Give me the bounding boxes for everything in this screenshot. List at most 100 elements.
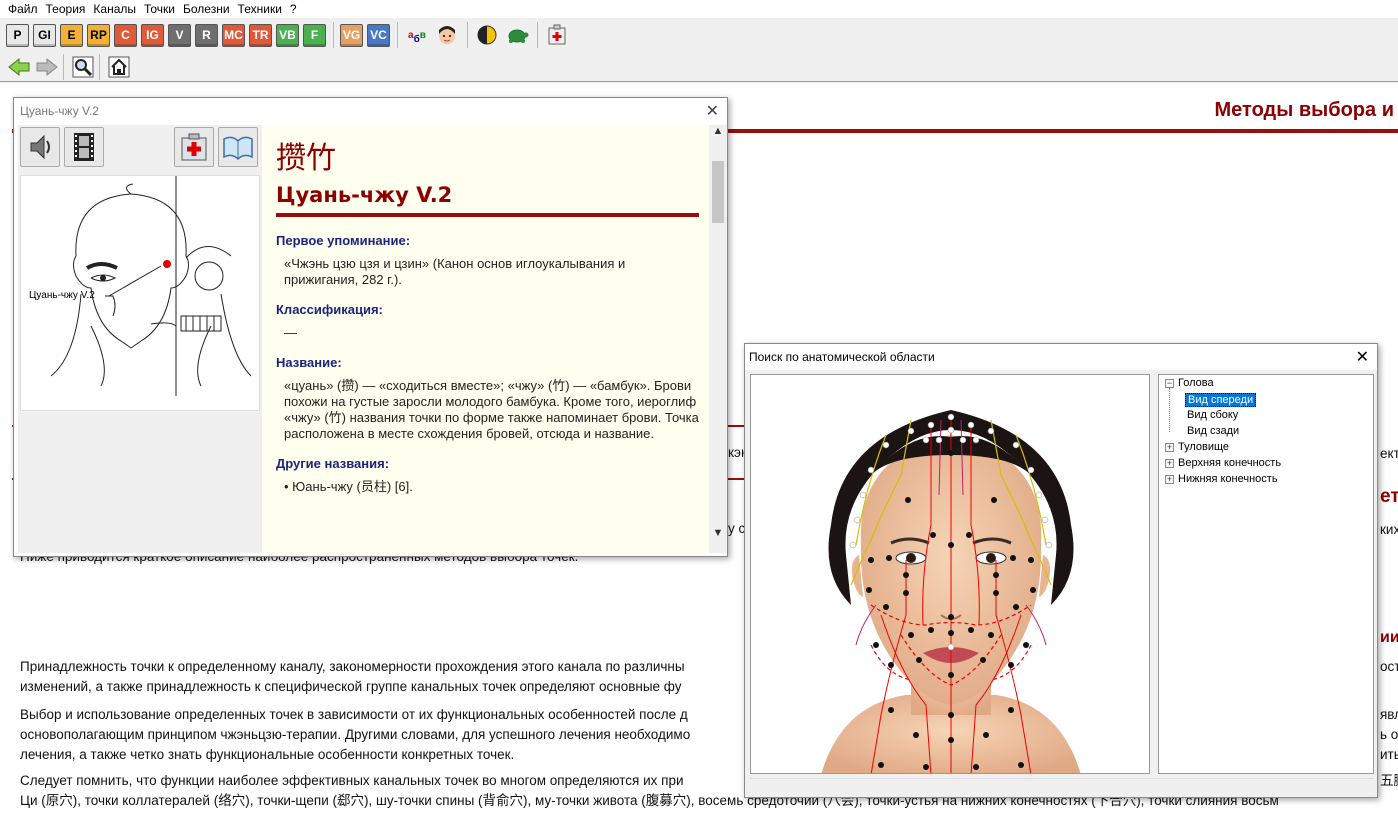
text-fragment: ект bbox=[1380, 446, 1398, 461]
section-heading: Классификация: bbox=[276, 302, 383, 317]
book-button[interactable] bbox=[218, 127, 258, 167]
head-diagram: Цуань-чжу V.2 bbox=[29, 176, 252, 396]
text-fragment: ких bbox=[1380, 522, 1398, 537]
expand-icon[interactable]: + bbox=[1165, 442, 1174, 452]
horizontal-scrollbar[interactable] bbox=[750, 778, 1374, 794]
window-titlebar[interactable]: Поиск по анатомической области ✕ bbox=[745, 344, 1377, 370]
toolbar-separator bbox=[467, 22, 468, 48]
medkit-icon bbox=[181, 133, 207, 161]
point-hanzi: 攒竹 bbox=[276, 141, 336, 176]
menu-channels[interactable]: Каналы bbox=[93, 2, 136, 16]
paragraph-line: лечения, а также четко знать функциональ… bbox=[20, 747, 515, 762]
channel-button-r[interactable]: R bbox=[195, 23, 218, 47]
yin-yang-icon[interactable] bbox=[474, 22, 500, 48]
tree-node-label: Голова bbox=[1178, 377, 1214, 389]
sound-button[interactable] bbox=[20, 127, 60, 167]
channel-button-ig[interactable]: IG bbox=[141, 23, 164, 47]
text-fragment: ить bbox=[1380, 747, 1398, 762]
tree-node-side-view[interactable]: Вид сбоку bbox=[1187, 409, 1238, 421]
tree-node-label: Вид сзади bbox=[1187, 425, 1240, 437]
channel-button-vb[interactable]: VB bbox=[276, 23, 299, 47]
face-acupoint-map bbox=[751, 375, 1149, 773]
toolbar-separator bbox=[397, 22, 398, 48]
scroll-down-icon[interactable]: ▼ bbox=[709, 527, 727, 539]
window-title: Поиск по анатомической области bbox=[749, 350, 935, 364]
menu-bar: Файл Теория Каналы Точки Болезни Техники… bbox=[0, 0, 1398, 18]
face-icon[interactable] bbox=[434, 22, 460, 48]
tree-node-torso[interactable]: + Туловище bbox=[1165, 441, 1229, 453]
text-fragment: у с bbox=[728, 521, 746, 536]
tree-node-lower-limb[interactable]: + Нижняя конечность bbox=[1165, 473, 1278, 485]
channel-button-f[interactable]: F bbox=[303, 23, 326, 47]
point-media-pane: Цуань-чжу V.2 bbox=[18, 125, 262, 553]
tree-connector bbox=[1169, 388, 1170, 432]
scroll-thumb[interactable] bbox=[712, 161, 724, 223]
video-button[interactable] bbox=[64, 127, 104, 167]
point-info-window: Цуань-чжу V.2 ✕ Цуань-чжу V.2 攒竹 Цуань-ч… bbox=[13, 97, 728, 557]
first-aid-button[interactable] bbox=[174, 127, 214, 167]
menu-help[interactable]: ? bbox=[290, 2, 297, 16]
section-text: «цуань» (攒) — «сходиться вместе»; «чжу» … bbox=[284, 378, 699, 441]
section-heading: Название: bbox=[276, 355, 342, 370]
tree-node-back-view[interactable]: Вид сзади bbox=[1187, 425, 1239, 437]
tree-node-head[interactable]: − Голова bbox=[1165, 377, 1214, 389]
expand-icon[interactable]: + bbox=[1165, 474, 1174, 484]
channel-button-rp[interactable]: RP bbox=[87, 23, 110, 47]
tree-node-label: Вид сбоку bbox=[1187, 409, 1239, 421]
text-fragment: явл bbox=[1380, 707, 1398, 722]
forward-arrow-icon[interactable] bbox=[34, 54, 60, 80]
back-arrow-icon[interactable] bbox=[6, 54, 32, 80]
vertical-scrollbar[interactable]: ▲ ▼ bbox=[709, 125, 727, 553]
anatomy-tree: − Голова Вид спереди Вид сбоку Вид сзади… bbox=[1158, 374, 1374, 774]
point-name: Цуань-чжу V.2 bbox=[276, 183, 453, 207]
channel-button-tr[interactable]: TR bbox=[249, 23, 272, 47]
toolbar-separator bbox=[333, 22, 334, 48]
channel-button-e[interactable]: E bbox=[60, 23, 83, 47]
menu-points[interactable]: Точки bbox=[144, 2, 175, 16]
toolbar-separator bbox=[63, 53, 64, 80]
text-fragment: ь о bbox=[1380, 727, 1398, 742]
close-icon[interactable]: ✕ bbox=[706, 101, 719, 121]
close-icon[interactable]: ✕ bbox=[1356, 347, 1369, 367]
home-icon[interactable] bbox=[106, 54, 132, 80]
channel-button-p[interactable]: P bbox=[6, 23, 29, 47]
menu-techniques[interactable]: Техники bbox=[238, 2, 282, 16]
section-heading: Другие названия: bbox=[276, 456, 390, 471]
text-fragment: 五臟 bbox=[1380, 773, 1398, 788]
face-image[interactable] bbox=[750, 374, 1150, 774]
page-title: Методы выбора и bbox=[1214, 99, 1394, 121]
text-fragment: ии bbox=[1380, 629, 1398, 646]
title-divider bbox=[276, 213, 699, 217]
channel-button-v[interactable]: V bbox=[168, 23, 191, 47]
menu-file[interactable]: Файл bbox=[8, 2, 38, 16]
paragraph-line: изменений, а также принадлежность к спец… bbox=[20, 679, 682, 694]
alphabet-icon[interactable]: абв bbox=[404, 22, 430, 48]
point-figure: Цуань-чжу V.2 bbox=[20, 175, 260, 411]
section-text: — bbox=[284, 325, 297, 340]
section-text: • Юань-чжу (员柱) [6]. bbox=[284, 479, 413, 494]
menu-diseases[interactable]: Болезни bbox=[183, 2, 230, 16]
channel-toolbar: P GI E RP C IG V R MC TR VB F VG VC абв bbox=[0, 18, 1398, 52]
film-icon bbox=[74, 133, 94, 161]
book-icon bbox=[223, 136, 253, 161]
tree-node-front-view[interactable]: Вид спереди bbox=[1185, 393, 1257, 407]
window-titlebar[interactable]: Цуань-чжу V.2 ✕ bbox=[14, 98, 727, 124]
magnifier-icon[interactable] bbox=[70, 54, 96, 80]
channel-button-vc[interactable]: VC bbox=[367, 23, 390, 47]
channel-button-c[interactable]: C bbox=[114, 23, 137, 47]
toolbar-separator bbox=[537, 22, 538, 48]
tree-node-upper-limb[interactable]: + Верхняя конечность bbox=[1165, 457, 1281, 469]
menu-theory[interactable]: Теория bbox=[46, 2, 86, 16]
text-fragment: ето bbox=[1380, 486, 1398, 507]
toolbar-separator bbox=[99, 53, 100, 80]
collapse-icon[interactable]: − bbox=[1165, 378, 1174, 388]
expand-icon[interactable]: + bbox=[1165, 458, 1174, 468]
tree-node-label: Вид спереди bbox=[1185, 393, 1257, 407]
scroll-up-icon[interactable]: ▲ bbox=[709, 125, 727, 143]
turtle-icon[interactable] bbox=[504, 22, 530, 48]
channel-button-mc[interactable]: MC bbox=[222, 23, 245, 47]
paragraph-line: Выбор и использование определенных точек… bbox=[20, 707, 688, 722]
channel-button-vg[interactable]: VG bbox=[340, 23, 363, 47]
first-aid-icon[interactable] bbox=[544, 22, 570, 48]
channel-button-gi[interactable]: GI bbox=[33, 23, 56, 47]
